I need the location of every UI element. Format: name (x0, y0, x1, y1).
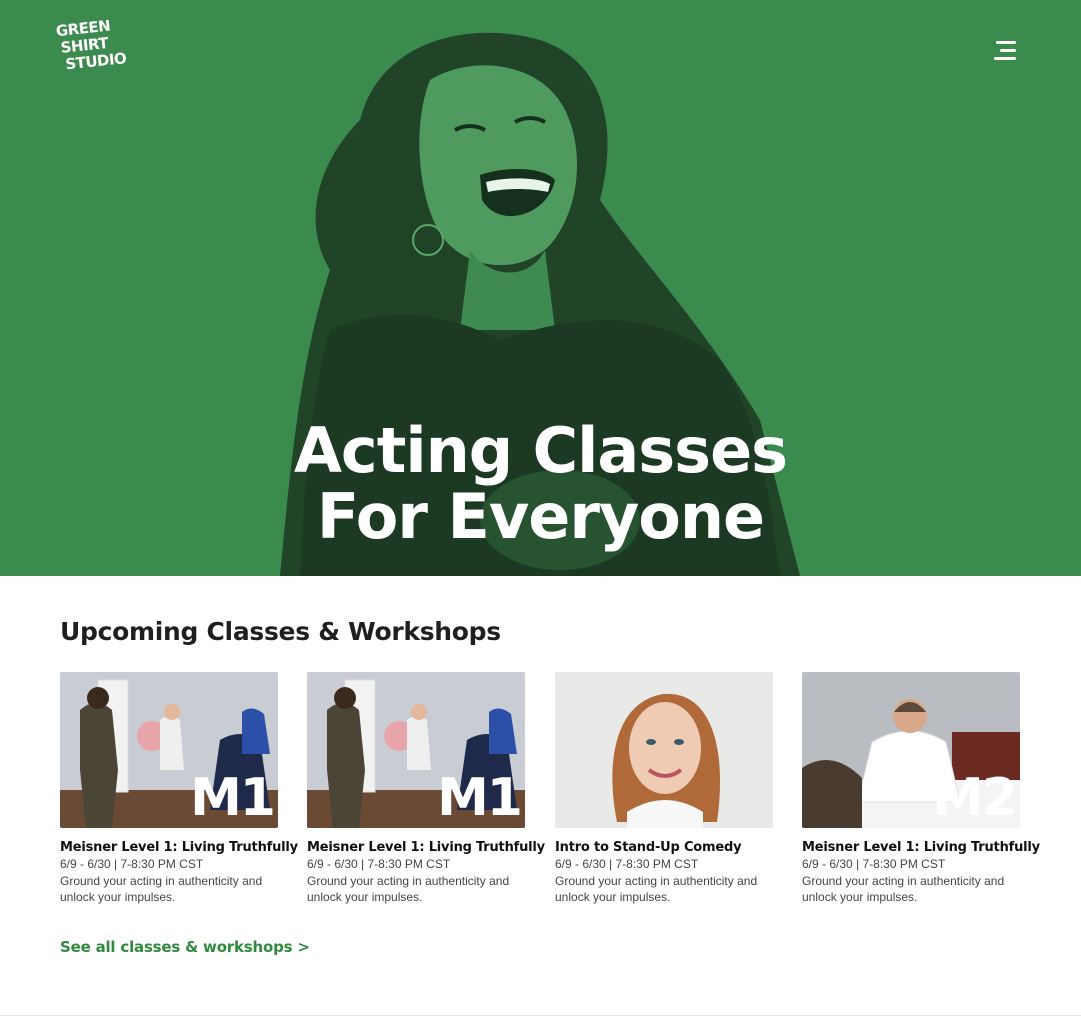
class-card-image (555, 672, 773, 828)
class-title: Meisner Level 1: Living Truthfully (307, 840, 545, 855)
class-level-badge: M1 (190, 768, 276, 828)
hero-title-line-1: Acting Classes (293, 414, 788, 487)
class-level-badge: M1 (437, 768, 523, 828)
hero-banner: GREEN SHIRT STUDIO Acting Classes For Ev… (0, 0, 1081, 576)
class-description: Ground your acting in authenticity and u… (60, 874, 263, 904)
class-dates: 6/9 - 6/30 | 7-8:30 PM CST (802, 857, 946, 871)
class-card[interactable]: M1 Meisner Level 1: Living Truthfully 6/… (60, 672, 298, 905)
section-divider (0, 1015, 1081, 1016)
class-card[interactable]: M2 Meisner Level 1: Living Truthfully 6/… (802, 672, 1040, 905)
class-level-badge: M2 (932, 768, 1018, 828)
green-shirt-studio-logo[interactable]: GREEN SHIRT STUDIO (55, 17, 128, 81)
class-title: Intro to Stand-Up Comedy (555, 840, 742, 855)
class-card-image: M1 (60, 672, 278, 828)
class-dates: 6/9 - 6/30 | 7-8:30 PM CST (555, 857, 699, 871)
class-dates: 6/9 - 6/30 | 7-8:30 PM CST (307, 857, 451, 871)
see-all-classes-link[interactable]: See all classes & workshops > (60, 938, 310, 956)
logo-line-3: STUDIO (64, 49, 128, 74)
section-heading: Upcoming Classes & Workshops (60, 617, 501, 646)
class-card[interactable]: M1 Meisner Level 1: Living Truthfully 6/… (307, 672, 545, 905)
class-title: Meisner Level 1: Living Truthfully (60, 840, 298, 855)
class-card-image: M2 (802, 672, 1020, 828)
class-description: Ground your acting in authenticity and u… (802, 874, 1005, 904)
class-card-image: M1 (307, 672, 525, 828)
class-card[interactable]: Intro to Stand-Up Comedy 6/9 - 6/30 | 7-… (555, 672, 773, 905)
class-title: Meisner Level 1: Living Truthfully (802, 840, 1040, 855)
class-dates: 6/9 - 6/30 | 7-8:30 PM CST (60, 857, 204, 871)
hero-title: Acting Classes For Everyone (0, 418, 1081, 550)
hamburger-menu-icon[interactable] (994, 40, 1018, 62)
class-description: Ground your acting in authenticity and u… (555, 874, 758, 904)
class-description: Ground your acting in authenticity and u… (307, 874, 510, 904)
hero-title-line-2: For Everyone (316, 480, 765, 553)
